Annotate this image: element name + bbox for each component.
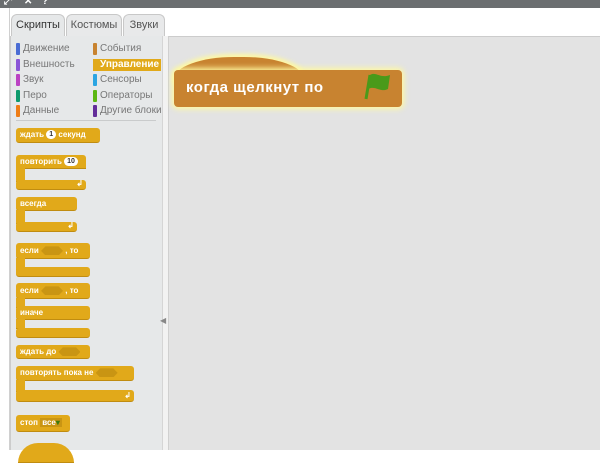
category-color-swatch: [93, 89, 97, 102]
block-if-else[interactable]: если , то: [16, 283, 90, 299]
category-3[interactable]: Управление: [93, 58, 161, 71]
help-icon[interactable]: ?: [42, 0, 48, 7]
category-1[interactable]: События: [93, 43, 141, 55]
stage-panel: [0, 8, 10, 450]
tab-scripts[interactable]: Скрипты: [11, 14, 65, 37]
block-label: повторить: [20, 157, 62, 166]
block-wait-until[interactable]: ждать до: [16, 345, 90, 359]
top-toolbar: ⤢ ✕ ?: [0, 0, 600, 8]
block-label: если: [20, 286, 39, 295]
category-label: Звук: [23, 74, 44, 85]
block-label: , то: [65, 286, 79, 295]
block-label: всегда: [20, 199, 47, 208]
category-6[interactable]: Перо: [16, 89, 47, 102]
condition-slot[interactable]: [58, 347, 81, 357]
category-color-swatch: [16, 89, 20, 102]
block-label: повторять пока не: [20, 368, 94, 377]
block-if-end: [16, 267, 90, 277]
tab-costumes[interactable]: Костюмы: [66, 14, 122, 36]
category-5[interactable]: Сенсоры: [93, 74, 142, 86]
category-color-swatch: [16, 105, 20, 117]
block-label: ждать: [20, 130, 45, 139]
stop-option-dropdown[interactable]: все▾: [40, 418, 62, 427]
category-color-swatch: [93, 105, 97, 117]
category-color-swatch: [16, 58, 20, 71]
block-repeat-until-end: ↲: [16, 390, 134, 402]
block-repeat-end: ↲: [16, 179, 86, 190]
fullscreen-icon[interactable]: ⤢: [4, 0, 12, 7]
when-flag-clicked-block[interactable]: когда щелкнут по: [174, 57, 402, 107]
block-label: если: [20, 246, 39, 255]
green-flag-icon: [364, 73, 390, 100]
category-label: Данные: [23, 105, 60, 116]
collapse-arrow-icon[interactable]: ◀: [160, 316, 166, 325]
dropdown-value: все: [42, 418, 56, 427]
category-0[interactable]: Движение: [16, 43, 70, 55]
category-color-swatch: [93, 43, 97, 55]
block-repeat-until[interactable]: повторять пока не: [16, 366, 134, 381]
block-label: ждать до: [20, 347, 57, 356]
condition-slot[interactable]: [41, 246, 64, 256]
condition-slot[interactable]: [95, 368, 118, 378]
category-label: Управление: [100, 58, 160, 70]
category-color-swatch: [16, 74, 20, 86]
block-hat-partial[interactable]: [18, 443, 74, 463]
category-label: Операторы: [100, 89, 153, 101]
block-wait-seconds[interactable]: ждать 1 секунд: [16, 128, 100, 143]
block-else: иначе: [16, 306, 90, 320]
loop-arrow-icon: ↲: [67, 221, 74, 230]
loop-arrow-icon: ↲: [76, 179, 83, 188]
block-label: стоп: [20, 418, 38, 427]
dropdown-arrow-icon: ▾: [55, 418, 60, 427]
category-label: Перо: [23, 89, 47, 101]
seconds-input[interactable]: 1: [46, 130, 57, 140]
block-if-else-end: [16, 328, 90, 338]
block-if[interactable]: если , то: [16, 243, 90, 259]
category-7[interactable]: Операторы: [93, 89, 153, 102]
tab-sounds[interactable]: Звуки: [123, 14, 165, 36]
hat-label: когда щелкнут по: [186, 79, 324, 96]
block-forever-end: ↲: [16, 221, 77, 232]
block-label: секунд: [58, 130, 86, 139]
palette-divider: [16, 120, 156, 121]
block-label: , то: [65, 246, 79, 255]
category-label: Другие блоки: [100, 105, 162, 116]
loop-arrow-icon: ↲: [124, 391, 131, 400]
block-label: иначе: [20, 308, 44, 317]
block-repeat[interactable]: повторить 10: [16, 155, 86, 169]
category-color-swatch: [16, 43, 20, 55]
category-4[interactable]: Звук: [16, 74, 44, 86]
category-2[interactable]: Внешность: [16, 58, 75, 71]
block-stop[interactable]: стоп все▾: [16, 415, 70, 432]
category-label: События: [100, 43, 142, 54]
category-9[interactable]: Другие блоки: [93, 105, 162, 117]
category-color-swatch: [93, 74, 97, 86]
repeat-count-input[interactable]: 10: [64, 157, 78, 167]
block-forever[interactable]: всегда: [16, 197, 77, 211]
category-label: Внешность: [23, 58, 75, 70]
shrink-icon[interactable]: ✕: [24, 0, 32, 7]
category-label: Сенсоры: [100, 74, 142, 85]
category-8[interactable]: Данные: [16, 105, 59, 117]
category-label: Движение: [23, 43, 70, 54]
condition-slot[interactable]: [41, 286, 64, 296]
category-color-swatch: [93, 58, 97, 71]
